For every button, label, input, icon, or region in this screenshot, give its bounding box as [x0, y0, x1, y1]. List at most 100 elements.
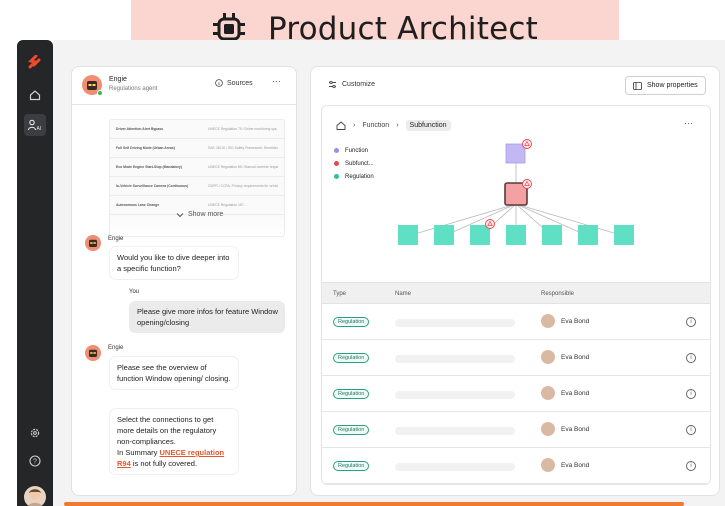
doc-title: Autonomous Lane Change — [116, 203, 160, 207]
regulation-node[interactable] — [578, 225, 598, 245]
info-icon[interactable]: i — [686, 317, 696, 327]
regulation-node[interactable] — [470, 225, 490, 245]
responsible-person: Eva Bond — [541, 350, 589, 364]
table-row[interactable]: Regulation Eva Bond i — [322, 340, 710, 376]
table-row[interactable]: Regulation Eva Bond i — [322, 376, 710, 412]
show-properties-button[interactable]: Show properties — [625, 76, 706, 95]
message-text: Select the connections to get more detai… — [117, 415, 217, 446]
type-badge: Regulation — [333, 317, 370, 327]
architecture-panel: Customize Show properties › Function › S… — [310, 66, 720, 496]
avatar — [541, 458, 555, 472]
agent-message: Please see the overview of function Wind… — [110, 357, 238, 389]
type-badge: Regulation — [333, 425, 370, 435]
name-placeholder — [395, 355, 515, 363]
responsible-name: Eva Bond — [561, 425, 590, 433]
warning-icon — [522, 139, 532, 149]
message-text: is not fully covered. — [130, 459, 198, 468]
info-icon[interactable]: i — [686, 389, 696, 399]
ai-agent-icon[interactable]: AI — [24, 114, 46, 136]
chat-header: Engie Regulations agent Sources ··· — [72, 67, 296, 105]
table-header: Type Name Responsible — [322, 282, 710, 304]
user-message: Please give more infos for feature Windo… — [129, 301, 285, 333]
agent-message: Would you like to dive deeper into a spe… — [110, 247, 238, 279]
info-icon[interactable]: i — [686, 353, 696, 363]
svg-text:?: ? — [33, 459, 37, 466]
logo-icon[interactable] — [26, 54, 44, 72]
home-icon[interactable] — [26, 86, 44, 104]
doc-title: Driver Attention Alert Bypass — [116, 127, 164, 131]
message-author: Engie — [108, 345, 124, 351]
name-placeholder — [395, 391, 515, 399]
regulation-node[interactable] — [434, 225, 454, 245]
chat-more-icon[interactable]: ··· — [272, 76, 281, 86]
customize-label: Customize — [342, 81, 376, 88]
list-item[interactable]: Driver Attention Alert Bypass UNECE Regul… — [110, 120, 284, 139]
sources-label: Sources — [227, 79, 253, 87]
warning-icon — [485, 219, 495, 229]
doc-title: Eco Mode Engine Start-Stop (Mandatory) — [116, 165, 182, 169]
graph-card: › Function › Subfunction ··· Function Su… — [321, 105, 711, 485]
table-row[interactable]: Regulation Eva Bond i — [322, 412, 710, 448]
avatar — [541, 386, 555, 400]
settings-icon[interactable] — [26, 424, 44, 442]
name-placeholder — [395, 319, 515, 327]
list-item[interactable]: In-Vehicle Surveillance Camera (Continuo… — [110, 177, 284, 196]
doc-detail: SAE J3016 / ISO Safety Framework: Restri… — [208, 146, 278, 150]
list-fade — [110, 216, 284, 236]
function-node[interactable] — [505, 143, 526, 164]
online-status-dot — [97, 90, 103, 96]
customize-button[interactable]: Customize — [328, 80, 375, 89]
responsible-name: Eva Bond — [561, 317, 590, 325]
info-icon[interactable]: i — [686, 425, 696, 435]
responsible-name: Eva Bond — [561, 461, 590, 469]
agent-name: Engie — [109, 76, 127, 83]
show-more-label: Show more — [188, 211, 224, 218]
message-author: You — [129, 289, 140, 295]
responsible-person: Eva Bond — [541, 386, 589, 400]
sidebar: AI ? — [17, 40, 53, 506]
show-more-button[interactable]: Show more — [176, 211, 223, 218]
chat-panel: Engie Regulations agent Sources ··· Driv… — [71, 66, 297, 496]
column-header-name[interactable]: Name — [395, 291, 411, 297]
doc-detail: UNECE Regulation 157... — [208, 203, 247, 207]
info-icon[interactable]: i — [686, 461, 696, 471]
regulation-node[interactable] — [506, 225, 526, 245]
svg-text:AI: AI — [37, 126, 42, 131]
user-avatar[interactable] — [24, 486, 46, 506]
regulation-node[interactable] — [614, 225, 634, 245]
warning-icon — [522, 179, 532, 189]
name-placeholder — [395, 427, 515, 435]
column-header-responsible[interactable]: Responsible — [541, 291, 574, 297]
list-item[interactable]: Eco Mode Engine Start-Stop (Mandatory) UN… — [110, 158, 284, 177]
responsible-person: Eva Bond — [541, 458, 589, 472]
info-icon — [215, 79, 223, 87]
regulation-node[interactable] — [398, 225, 418, 245]
agent-avatar — [85, 345, 101, 361]
type-badge: Regulation — [333, 389, 370, 399]
responsible-name: Eva Bond — [561, 389, 590, 397]
column-header-type[interactable]: Type — [333, 291, 346, 297]
responsible-person: Eva Bond — [541, 422, 589, 436]
avatar — [541, 422, 555, 436]
avatar — [541, 350, 555, 364]
table-row[interactable]: Regulation Eva Bond i — [322, 448, 710, 484]
panel-icon — [633, 81, 642, 90]
regulation-node[interactable] — [542, 225, 562, 245]
architecture-graph — [398, 139, 634, 245]
doc-detail: UNECE Regulation 79 / Driver monitoring … — [208, 127, 278, 131]
table-row[interactable]: Regulation Eva Bond i — [322, 304, 710, 340]
list-item[interactable]: Full Self Driving Mode (Urban Areas) SAE … — [110, 139, 284, 158]
name-placeholder — [395, 463, 515, 471]
avatar — [541, 314, 555, 328]
sources-document-list: Driver Attention Alert Bypass UNECE Regul… — [109, 119, 285, 237]
agent-avatar — [85, 235, 101, 251]
sources-button[interactable]: Sources — [215, 79, 253, 87]
show-properties-label: Show properties — [647, 82, 698, 89]
bottom-accent-bar — [64, 502, 684, 506]
help-icon[interactable]: ? — [26, 452, 44, 470]
doc-title: Full Self Driving Mode (Urban Areas) — [116, 146, 175, 150]
type-badge: Regulation — [333, 353, 370, 363]
chevron-down-icon — [176, 212, 184, 217]
responsible-name: Eva Bond — [561, 353, 590, 361]
responsible-person: Eva Bond — [541, 314, 589, 328]
